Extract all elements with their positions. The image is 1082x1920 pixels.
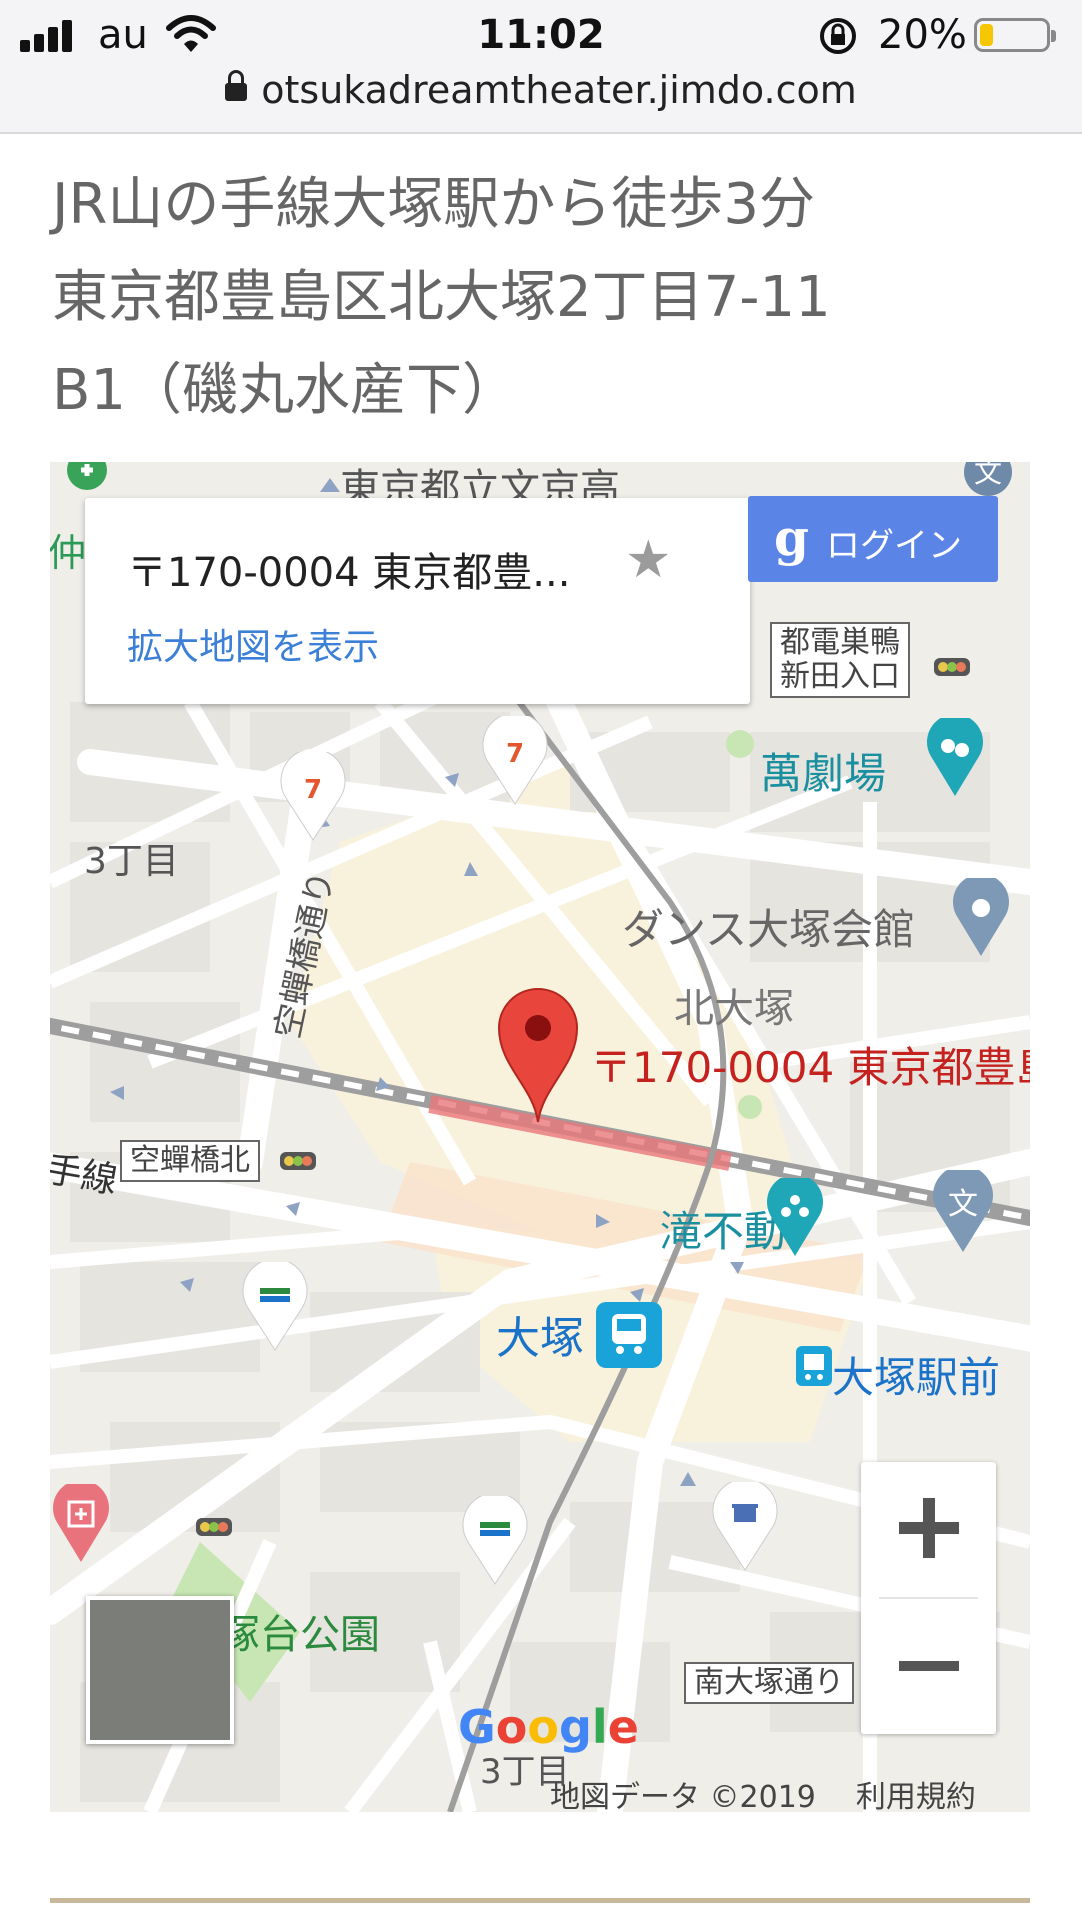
google-login-button[interactable]: g ログイン — [748, 496, 998, 582]
shrine-pin-icon[interactable] — [764, 1178, 826, 1258]
svg-text:文: 文 — [974, 462, 1002, 489]
google-logo: Google — [458, 1700, 639, 1754]
browser-top-bar: au 11:02 20% otsukadreamtheater.jimdo.co… — [0, 0, 1082, 134]
url-text: otsukadreamtheater.jimdo.com — [261, 68, 857, 112]
address-line-3: B1（磯丸水産下） — [52, 358, 519, 423]
login-button-label: ログイン — [826, 526, 962, 566]
access-address-text: JR山の手線大塚駅から徒歩3分 東京都豊島区北大塚2丁目7-11 B1（磯丸水産… — [52, 158, 1052, 437]
bus-stop-icon[interactable] — [796, 1346, 832, 1386]
traffic-light-icon-2 — [934, 658, 970, 676]
rotation-lock-icon — [820, 18, 856, 54]
map-label-karasuba-kita: 空蟬橋北 — [120, 1140, 260, 1182]
view-larger-map-link[interactable]: 拡大地図を表示 — [127, 618, 379, 670]
lock-icon — [225, 70, 248, 101]
map-data-credit: 地図データ ©2019 — [550, 1780, 816, 1812]
police-pin-icon[interactable] — [710, 1482, 780, 1572]
address-line-2: 東京都豊島区北大塚2丁目7-11 — [52, 265, 831, 330]
address-bar[interactable]: otsukadreamtheater.jimdo.com — [0, 68, 1082, 112]
school-pin-icon[interactable]: 文 — [930, 1170, 996, 1254]
satellite-view-toggle[interactable] — [86, 1596, 234, 1744]
map-label-kita-otsuka: 北大塚 — [674, 986, 794, 1032]
hospital-top-icon[interactable] — [62, 462, 112, 500]
train-station-icon[interactable] — [596, 1302, 662, 1368]
theater-pin-icon[interactable] — [924, 718, 986, 798]
map-label-chome3-top: 3丁目 — [84, 841, 179, 882]
battery-percent: 20% — [878, 12, 967, 58]
zoom-in-button[interactable] — [861, 1462, 996, 1597]
google-g-icon: g — [774, 508, 809, 567]
map-label-minami-otsuka: 南大塚通り — [684, 1662, 854, 1704]
map-label-otsuka-ekimae[interactable]: 大塚駅前 — [832, 1344, 1000, 1405]
family-mart-pin-icon[interactable] — [240, 1262, 310, 1352]
map-label-otsuka-station[interactable]: 大塚 — [496, 1302, 584, 1366]
map-info-card: 〒170-0004 東京都豊... ★ 拡大地図を表示 — [85, 498, 750, 704]
svg-text:7: 7 — [304, 775, 322, 805]
map-label-park: 塚台公園 — [220, 1612, 380, 1658]
convenience-store-pin-icon-2[interactable]: 7 — [480, 716, 550, 806]
place-pin-icon[interactable] — [950, 878, 1012, 958]
convenience-store-pin-icon[interactable]: 7 — [278, 752, 348, 842]
map-marker-label[interactable]: 〒170-0004 東京都豊島 — [590, 1034, 1030, 1095]
battery-icon — [974, 18, 1056, 52]
zoom-out-button[interactable] — [861, 1599, 996, 1734]
section-divider — [50, 1898, 1030, 1903]
location-marker-icon[interactable] — [495, 986, 581, 1124]
terms-link[interactable]: 利用規約 — [856, 1780, 976, 1812]
save-star-icon[interactable]: ★ — [625, 530, 672, 590]
family-mart-pin-icon-2[interactable] — [460, 1496, 530, 1586]
svg-text:文: 文 — [948, 1187, 978, 1222]
traffic-light-icon-3 — [196, 1518, 232, 1536]
address-line-1: JR山の手線大塚駅から徒歩3分 — [52, 172, 816, 237]
map-label-dance-hall[interactable]: ダンス大塚会館 — [622, 896, 915, 957]
svg-text:7: 7 — [506, 739, 524, 769]
zoom-control — [861, 1462, 996, 1734]
tram-stop-label: 都電巣鴨 新田入口 — [770, 622, 910, 698]
hospital-pin-icon[interactable] — [50, 1484, 112, 1564]
map-attribution: 地図データ ©2019 利用規約 — [550, 1772, 976, 1812]
map-label-mangekijo[interactable]: 萬劇場 — [760, 740, 886, 801]
google-map-embed[interactable]: 東京都立文京高 仲 都電巣鴨 新田入口 萬劇場 3丁目 空蟬橋通り ダンス大塚会… — [50, 462, 1030, 1812]
traffic-light-icon — [280, 1152, 316, 1170]
info-card-title: 〒170-0004 東京都豊... — [127, 550, 571, 596]
map-label-left-cut: 仲 — [50, 531, 87, 575]
